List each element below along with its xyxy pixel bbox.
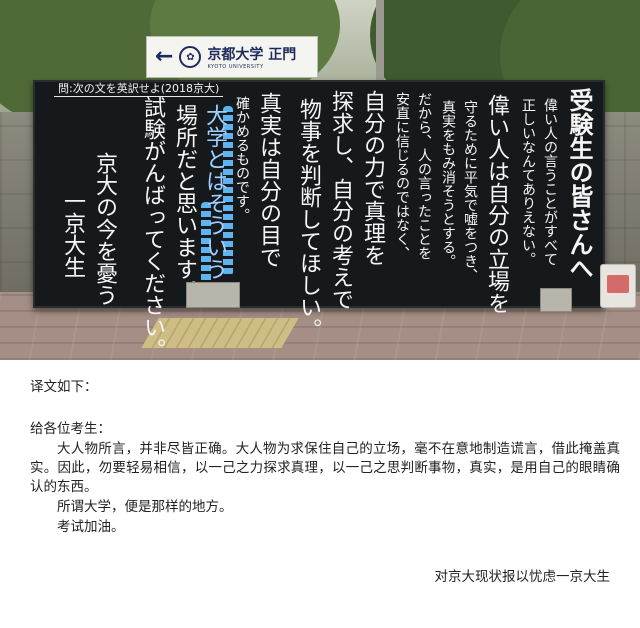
board-column-text: 偉い人の言うことがすべて — [542, 98, 558, 266]
translation-signature: 对京大现状报以忧虑一京大生 — [434, 569, 611, 585]
bag — [600, 264, 636, 308]
board-column-text: 真実をもみ消そうとする。 — [440, 100, 456, 268]
board-column-text: 守るために平気で嘘をつき、 — [462, 100, 478, 282]
translation-line: 所谓大学，便是那样的地方。 — [57, 499, 233, 515]
board-column-text: 試験がんばってください。 — [140, 96, 165, 360]
board-column-text: 京大の今を憂う — [92, 152, 117, 306]
concrete-block — [540, 288, 572, 312]
board-header: 問:次の文を英訳せよ(2018京大) — [54, 80, 224, 97]
translation-body: 大人物所言，并非尽皆正确。大人物为求保住自己的立场，毫不在意地制造谎言，借此掩盖… — [30, 441, 620, 495]
sign-subtitle: KYOTO UNIVERSITY — [207, 64, 264, 70]
board-column-text: 一京大生 — [60, 190, 85, 278]
chalkboard: 受験生の皆さんへ 偉い人の言うことがすべて 正しいなんてありえない。 偉い人は自分の立… — [33, 80, 605, 360]
board-column-text: 安直に信じるのではなく、 — [394, 92, 410, 260]
board-column-text: だから、人の言ったことを — [416, 92, 432, 260]
photo: ← ✿ 京都大学 正門 KYOTO UNIVERSITY 受験生の皆さんへ 偉い人… — [0, 0, 640, 360]
board-column-text: 場所だと思います。 — [172, 104, 197, 302]
concrete-block — [186, 282, 240, 308]
university-logo-icon: ✿ — [179, 46, 202, 68]
board-column-text: 受験生の皆さんへ — [565, 88, 593, 280]
translation-greeting: 给各位考生： — [30, 421, 111, 437]
translation-section: 译文如下： 给各位考生： 大人物所言，并非尽皆正确。大人物为求保住自己的立场，毫… — [0, 360, 640, 628]
translation-intro: 译文如下： — [30, 379, 98, 395]
board-column-text: 探求し、自分の考えで — [328, 90, 353, 310]
board-column-text: 確かめるものです。 — [234, 96, 250, 222]
board-column-text: 真実は自分の目で — [256, 92, 281, 268]
sign-text: 京都大学 正門 KYOTO UNIVERSITY — [207, 44, 296, 70]
translation-line: 考试加油。 — [57, 519, 125, 535]
left-arrow-icon: ← — [155, 44, 174, 69]
board-column-text: 大学とはそういう — [202, 104, 227, 280]
sign-title: 京都大学 正門 — [207, 47, 297, 63]
university-sign: ← ✿ 京都大学 正門 KYOTO UNIVERSITY — [146, 36, 318, 78]
board-column-text: 正しいなんてありえない。 — [520, 98, 536, 266]
board-column-text: 自分の力で真理を — [360, 90, 385, 266]
board-column-text: 偉い人は自分の立場を — [484, 94, 509, 314]
board-column-text: 物事を判断してほしい。 — [296, 98, 321, 340]
